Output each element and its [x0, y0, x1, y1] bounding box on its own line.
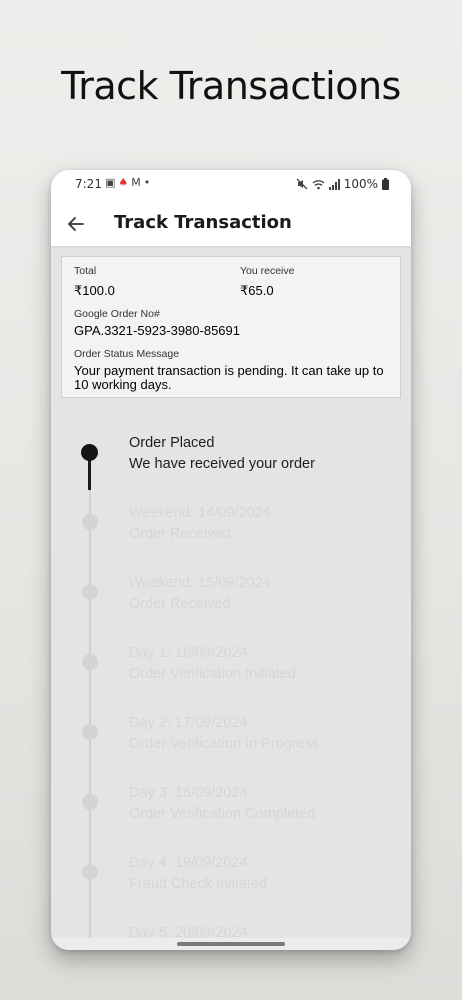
order-timeline: Order Placed We have received your order… — [51, 430, 411, 950]
gmail-icon: M — [131, 176, 144, 189]
timeline-dot — [82, 724, 98, 740]
step-subtitle: We have received your order — [129, 456, 315, 472]
total-label: Total — [74, 265, 97, 277]
timeline-dot-active — [81, 444, 98, 461]
step-title: Day 3: 18/09/2024 — [129, 785, 248, 801]
step-title: Day 1: 16/09/2024 — [129, 645, 248, 661]
signal-icon — [328, 178, 340, 190]
order-number-value: GPA.3321-5923-3980-85691 — [74, 323, 240, 338]
order-number-label: Google Order No# — [74, 308, 160, 320]
timeline-dot — [82, 514, 98, 530]
timeline-dot — [82, 864, 98, 880]
image-icon: ▣ — [105, 176, 119, 189]
status-bar: 7:21 ▣♠M• 100% — [51, 170, 411, 200]
battery-percent: 100% — [343, 177, 378, 191]
page-title: Track Transaction — [114, 212, 292, 233]
battery-icon — [382, 178, 389, 190]
status-right: 100% — [296, 177, 389, 191]
receive-label: You receive — [240, 265, 295, 277]
timeline-dot — [82, 584, 98, 600]
step-subtitle: Fraud Check Initiated — [129, 876, 267, 892]
step-title: Day 2: 17/09/2024 — [129, 715, 248, 731]
receive-value: ₹65.0 — [240, 283, 274, 298]
promo-title: Track Transactions — [61, 64, 401, 108]
step-title: Weekend: 14/09/2024 — [129, 505, 271, 521]
step-subtitle: Order Verification Initiated — [129, 666, 296, 682]
wifi-icon — [312, 179, 325, 189]
step-title: Order Placed — [129, 435, 215, 451]
step-subtitle: Order Verification Completed — [129, 806, 316, 822]
spade-icon: ♠ — [118, 176, 132, 189]
step-subtitle: Order Received — [129, 526, 231, 542]
step-title: Weekend: 15/09/2024 — [129, 575, 271, 591]
step-title: Day 4: 19/09/2024 — [129, 855, 248, 871]
status-message: Your payment transaction is pending. It … — [74, 363, 384, 392]
back-arrow-icon[interactable] — [65, 213, 87, 235]
total-value: ₹100.0 — [74, 283, 115, 298]
transaction-summary-card: Total ₹100.0 You receive ₹65.0 Google Or… — [61, 256, 401, 398]
mute-icon — [296, 178, 308, 190]
dot-icon: • — [143, 176, 154, 189]
status-message-label: Order Status Message — [74, 348, 180, 360]
navigation-bar — [51, 938, 411, 950]
home-indicator[interactable] — [177, 942, 285, 946]
app-bar: Track Transaction — [51, 200, 411, 246]
timeline-dot — [82, 794, 98, 810]
step-subtitle: Order Verification In Progress — [129, 736, 320, 752]
notification-icons: ▣♠M• — [105, 176, 153, 189]
step-subtitle: Order Received — [129, 596, 231, 612]
phone-frame: 7:21 ▣♠M• 100% Track Transaction Total ₹… — [51, 170, 411, 950]
timeline-dot — [82, 654, 98, 670]
status-time: 7:21 — [75, 177, 102, 191]
